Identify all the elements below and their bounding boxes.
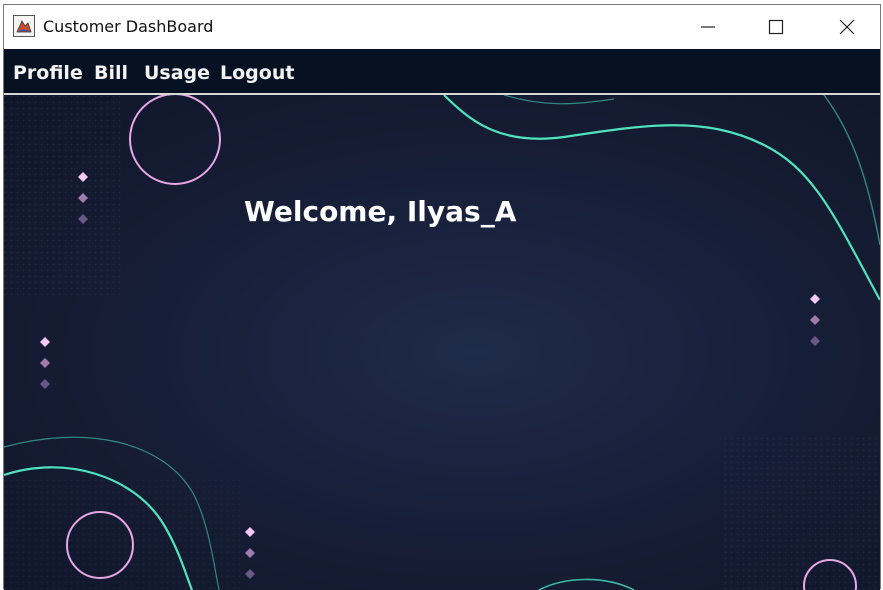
app-window: Customer DashBoard Profile Bill Usage Lo…: [3, 4, 881, 590]
minimize-icon: [701, 26, 715, 28]
menu-profile[interactable]: Profile: [13, 62, 83, 84]
menu-bill[interactable]: Bill: [94, 62, 128, 84]
maximize-button[interactable]: [753, 5, 799, 49]
dashboard-background: Welcome, Ilyas_A: [4, 95, 880, 590]
close-button[interactable]: [824, 5, 870, 49]
minimize-button[interactable]: [685, 5, 731, 49]
java-app-icon: [13, 15, 35, 37]
diamond-group-right: [810, 294, 820, 346]
diamond-group-bottom: [245, 527, 255, 579]
maximize-icon: [768, 19, 784, 35]
menu-logout[interactable]: Logout: [220, 62, 294, 84]
window-title: Customer DashBoard: [43, 17, 214, 36]
welcome-heading: Welcome, Ilyas_A: [244, 195, 517, 228]
menu-usage[interactable]: Usage: [144, 62, 210, 84]
decorative-background-art: [4, 95, 880, 590]
title-bar[interactable]: Customer DashBoard: [4, 5, 880, 49]
menu-bar: Profile Bill Usage Logout: [4, 49, 880, 95]
diamond-group-left: [40, 337, 50, 389]
close-icon: [839, 19, 855, 35]
